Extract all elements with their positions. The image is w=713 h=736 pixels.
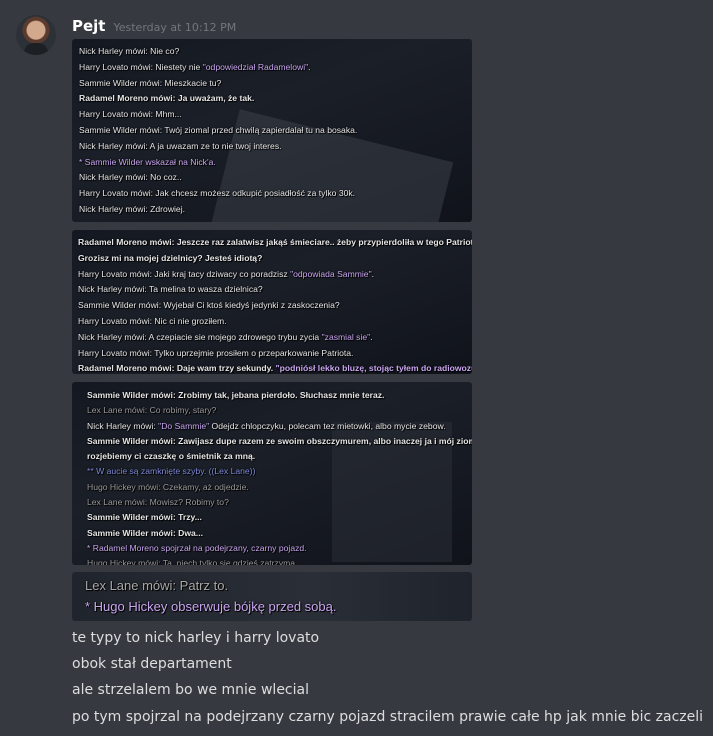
chatlog-line: Hugo Hickey mówi: Czekamy, aż odjedzie. — [87, 480, 472, 495]
chatlog-text: Nick Harley mówi: A ja uwazam ze to nie … — [79, 140, 282, 151]
chatlog-line: Harry Lovato mówi: Jak chcesz możesz odk… — [79, 186, 472, 202]
chatlog-text: ** W aucie są zamknięte szyby. ((Lex Lan… — [87, 466, 256, 477]
chatlog-line: Nick Harley mówi: "Do Sammie" Odejdz chl… — [87, 419, 472, 434]
message-text-line: po tym spojrzal na podejrzany czarny poj… — [72, 709, 704, 725]
chatlog-line: Nick Harley mówi: No coz.. — [79, 170, 472, 186]
chatlog-text: Nick Harley mówi: A czepiacie sie mojego… — [78, 331, 322, 342]
chatlog-text: Nick Harley mówi: — [87, 420, 159, 431]
chatlog-line: * Hugo Hickey obserwuje bójkę przed sobą… — [85, 596, 472, 617]
chatlog-line: Harry Lovato mówi: Nic ci nie groziłem. — [78, 314, 472, 330]
chatlog-line: * Radamel Moreno spojrzał na podejrzany,… — [87, 541, 472, 556]
chatlog-text: Lex Lane mówi: Patrz to. — [85, 578, 229, 593]
chatlog-text: Sammie Wilder mówi: Wyjebał Ci ktoś kied… — [78, 300, 340, 311]
chatlog-line: Radamel Moreno mówi: Daje wam trzy sekun… — [78, 361, 472, 374]
chatlog-text: Sammie Wilder mówi: Zawijasz dupe razem … — [87, 435, 472, 446]
chatlog-line: Lex Lane mówi: Patrz to. — [85, 575, 472, 596]
chatlog-line: Harry Lovato mówi: Niestety nie "odpowie… — [79, 60, 472, 76]
chatlog-line: Nick Harley mówi: Nie co? — [79, 44, 472, 60]
chatlog-text: * Radamel Moreno spojrzał na podejrzany,… — [87, 542, 307, 553]
chatlog-line: rozjebiemy ci czaszkę o śmietnik za mną. — [87, 449, 472, 464]
chatlog-text: Harry Lovato mówi: Jaki kraj tacy dziwac… — [78, 268, 291, 279]
chatlog-lines: Radamel Moreno mówi: Jeszcze raz zalatwi… — [72, 230, 472, 374]
avatar[interactable] — [16, 15, 56, 55]
chatlog-line: Sammie Wilder mówi: Zrobimy tak, jebana … — [87, 388, 472, 403]
chatlog-text: rozjebiemy ci czaszkę o śmietnik za mną. — [87, 451, 256, 462]
chat-screenshot-4[interactable]: Lex Lane mówi: Patrz to. * Hugo Hickey ob… — [72, 572, 472, 621]
chatlog-line: Lex Lane mówi: Co robimy, stary? — [87, 403, 472, 418]
chatlog-text: Lex Lane mówi: Co robimy, stary? — [87, 405, 217, 416]
chatlog-text: Nick Harley mówi: Nie co? — [79, 46, 180, 56]
chatlog-line: ** W aucie są zamknięte szyby. ((Lex Lan… — [87, 464, 472, 479]
chatlog-action: "odpowiada Sammie" — [290, 268, 372, 279]
chat-screenshot-3[interactable]: Sammie Wilder mówi: Zrobimy tak, jebana … — [72, 382, 472, 565]
chatlog-text: Harry Lovato mówi: Niestety nie — [79, 61, 203, 72]
chatlog-line: Harry Lovato mówi: Jaki kraj tacy dziwac… — [78, 267, 472, 283]
chat-screenshot-2[interactable]: Radamel Moreno mówi: Jeszcze raz zalatwi… — [72, 230, 472, 374]
chatlog-line: Sammie Wilder mówi: Twój ziomal przed ch… — [79, 123, 472, 139]
chatlog-text: Sammie Wilder mówi: Dwa... — [87, 527, 203, 538]
username[interactable]: Pejt — [72, 17, 105, 35]
chatlog-text: Sammie Wilder mówi: Trzy... — [87, 512, 202, 523]
chatlog-text: Sammie Wilder mówi: Zrobimy tak, jebana … — [87, 390, 385, 400]
chatlog-text: Harry Lovato mówi: Jak chcesz możesz odk… — [79, 188, 356, 199]
chatlog-line: Grozisz mi na mojej dzielnicy? Jesteś id… — [78, 251, 472, 267]
chatlog-line: Nick Harley mówi: Ta melina to wasza dzi… — [78, 282, 472, 298]
chat-screenshot-1[interactable]: Nick Harley mówi: Nie co? Harry Lovato mó… — [72, 39, 472, 222]
chatlog-line: Nick Harley mówi: A czepiacie sie mojego… — [78, 330, 472, 346]
chatlog-line: Nick Harley mówi: A ja uwazam ze to nie … — [79, 139, 472, 155]
chatlog-action: "podniósł lekko bluzę, stojąc tyłem do r… — [275, 363, 472, 374]
chatlog-line: Radamel Moreno mówi: Jeszcze raz zalatwi… — [78, 235, 472, 251]
chatlog-text: Harry Lovato mówi: Tylko uprzejmie prosi… — [78, 347, 354, 358]
chatlog-line: Sammie Wilder mówi: Zawijasz dupe razem … — [87, 434, 472, 449]
chatlog-line: Radamel Moreno mówi: Ja uważam, że tak. — [79, 91, 472, 107]
chatlog-tail: Odejdz chlopczyku, polecam tez mietowki,… — [209, 420, 446, 431]
chatlog-lines: Sammie Wilder mówi: Zrobimy tak, jebana … — [72, 382, 472, 565]
chatlog-text: Hugo Hickey mówi: Czekamy, aż odjedzie. — [87, 481, 249, 492]
chatlog-line: Harry Lovato mówi: Mhm... — [79, 107, 472, 123]
chatlog-line: Harry Lovato mówi: Tylko uprzejmie prosi… — [78, 346, 472, 362]
chatlog-line: Nick Harley mówi: Zdrowiej. — [79, 202, 472, 218]
chatlog-action: "Do Sammie" — [158, 420, 210, 431]
message-header: Pejt Yesterday at 10:12 PM — [72, 17, 236, 35]
chatlog-line: Hugo Hickey mówi: Ta, niech tylko się gd… — [87, 556, 472, 565]
chatlog-text: Radamel Moreno mówi: Daje wam trzy sekun… — [78, 363, 276, 374]
chatlog-line: Sammie Wilder mówi: Wyjebał Ci ktoś kied… — [78, 298, 472, 314]
chatlog-action: "odpowiedział Radamelowi" — [202, 61, 309, 72]
chatlog-lines: Nick Harley mówi: Nie co? Harry Lovato mó… — [72, 39, 472, 218]
chatlog-text: Radamel Moreno mówi: Jeszcze raz zalatwi… — [78, 237, 472, 247]
chatlog-text: Lex Lane mówi: Mowisz? Robimy to? — [87, 497, 229, 508]
chatlog-tail: . — [371, 268, 375, 279]
chatlog-text: Sammie Wilder mówi: Mieszkacie tu? — [79, 77, 222, 88]
message-text-line: obok stał departament — [72, 656, 232, 672]
chatlog-text: Nick Harley mówi: No coz.. — [79, 172, 182, 183]
chatlog-text: Sammie Wilder mówi: Twój ziomal przed ch… — [79, 124, 358, 135]
chatlog-action: "zasmial sie" — [321, 331, 371, 342]
message-text-line: te typy to nick harley i harry lovato — [72, 630, 320, 646]
message-text-line: ale strzelalem bo we mnie wlecial — [72, 682, 309, 698]
chatlog-line: Sammie Wilder mówi: Dwa... — [87, 526, 472, 541]
chatlog-text: Harry Lovato mówi: Nic ci nie groziłem. — [78, 315, 227, 326]
chatlog-text: Hugo Hickey mówi: Ta, niech tylko się gd… — [87, 558, 298, 565]
chatlog-line: * Sammie Wilder wskazał na Nick'a. — [79, 155, 472, 171]
chatlog-tail: . — [370, 331, 373, 342]
chatlog-text: Nick Harley mówi: Ta melina to wasza dzi… — [78, 284, 263, 295]
chatlog-lines: Lex Lane mówi: Patrz to. * Hugo Hickey ob… — [72, 572, 472, 617]
timestamp: Yesterday at 10:12 PM — [113, 21, 237, 34]
chatlog-line: Sammie Wilder mówi: Trzy... — [87, 510, 472, 525]
chatlog-text: * Hugo Hickey obserwuje bójkę przed sobą… — [85, 599, 337, 614]
chatlog-line: Lex Lane mówi: Mowisz? Robimy to? — [87, 495, 472, 510]
chatlog-text: Radamel Moreno mówi: Ja uważam, że tak. — [79, 93, 255, 104]
chatlog-text: Grozisz mi na mojej dzielnicy? Jesteś id… — [78, 252, 263, 263]
chatlog-text: Harry Lovato mówi: Mhm... — [79, 109, 182, 120]
chatlog-text: Nick Harley mówi: Zdrowiej. — [79, 203, 186, 214]
chatlog-tail: . — [308, 61, 311, 72]
chatlog-text: * Sammie Wilder wskazał na Nick'a. — [79, 156, 216, 167]
chatlog-line: Sammie Wilder mówi: Mieszkacie tu? — [79, 76, 472, 92]
